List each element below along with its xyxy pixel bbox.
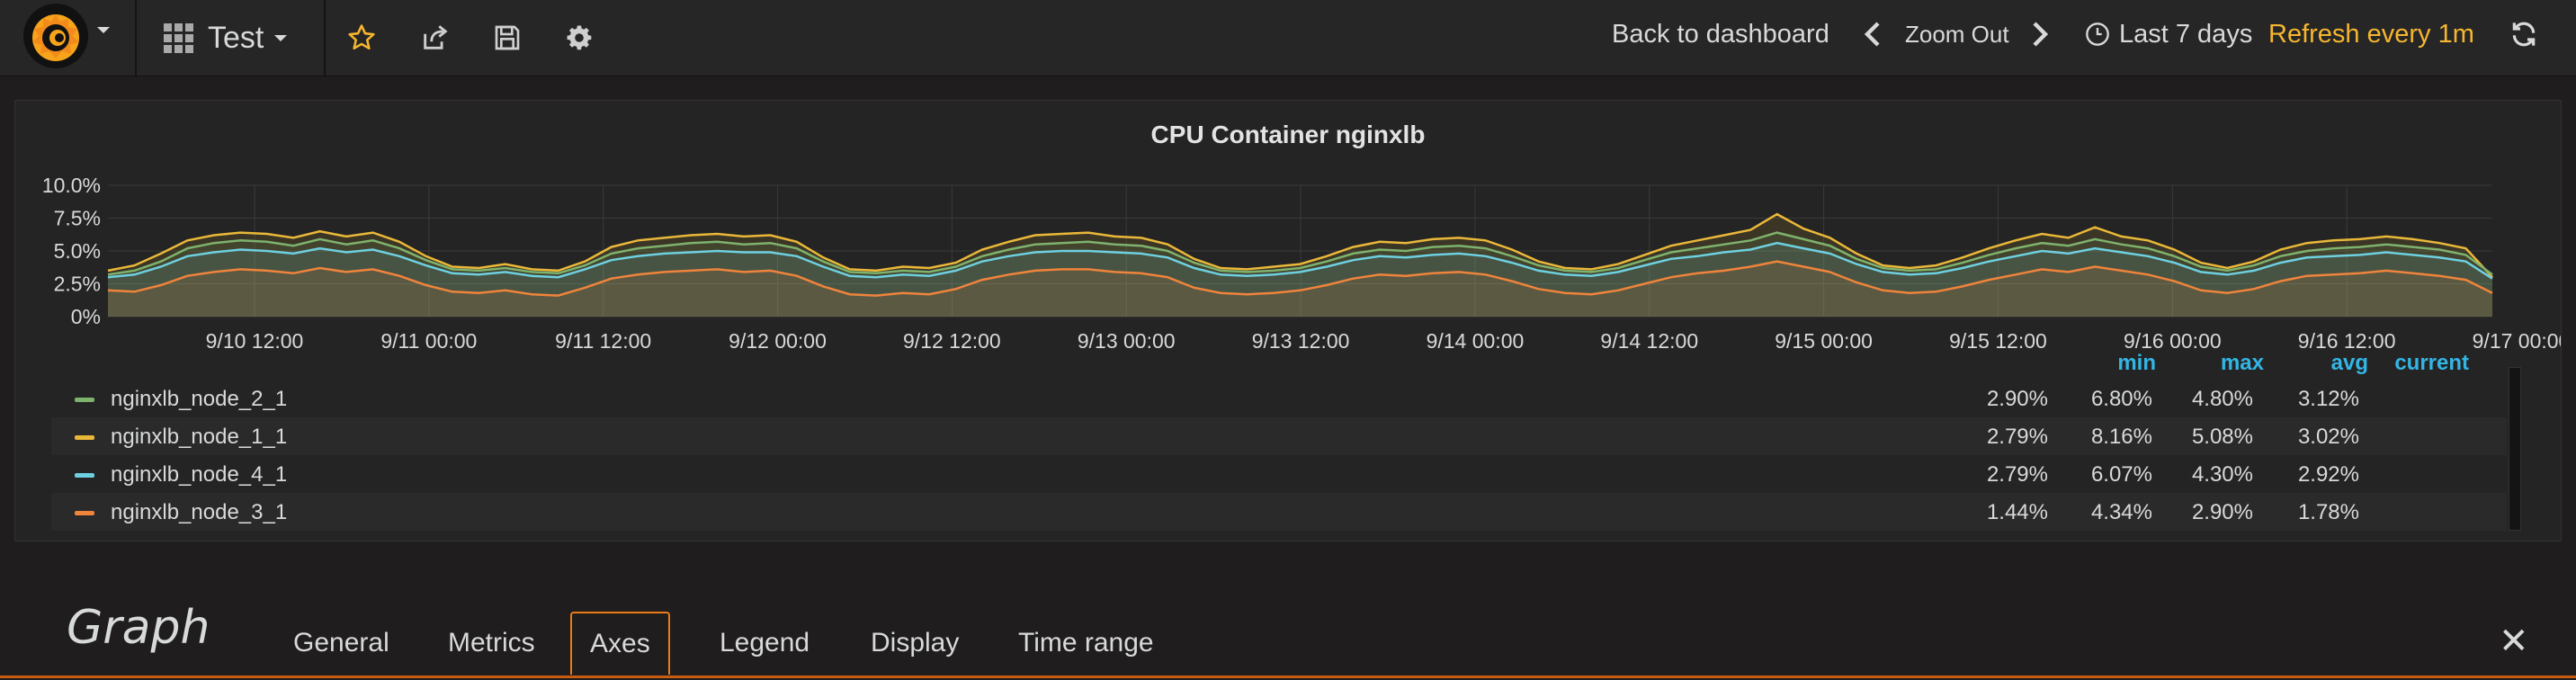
legend-series-row[interactable]: nginxlb_node_3_1 1.44% 4.34% 2.90% 1.78% <box>51 493 2507 531</box>
series-current: 3.12% <box>2297 387 2359 411</box>
tab-display[interactable]: Display <box>853 612 977 675</box>
tab-legend[interactable]: Legend <box>702 612 827 675</box>
series-current: 1.78% <box>2297 500 2359 524</box>
cpu-graph[interactable]: 10.0% 7.5% 5.0% 2.5% 0% 9/10 12:00 9/11 00:00 9… <box>15 101 2561 353</box>
star-button[interactable] <box>336 0 387 76</box>
tab-time-range[interactable]: Time range <box>1000 612 1172 675</box>
legend-scrollbar[interactable] <box>2509 367 2521 531</box>
series-name[interactable]: nginxlb_node_4_1 <box>111 462 287 488</box>
y-tick-label: 10.0% <box>42 174 101 197</box>
tab-metrics[interactable]: Metrics <box>430 612 553 675</box>
divider <box>135 0 137 76</box>
refresh-interval-label[interactable]: Refresh every 1m <box>2268 0 2474 68</box>
chevron-left-icon <box>1864 22 1880 47</box>
dashboard-picker[interactable]: Test <box>164 0 288 76</box>
gear-icon <box>567 25 592 50</box>
series-name[interactable]: nginxlb_node_3_1 <box>111 500 287 525</box>
zoom-forward-button[interactable] <box>2015 0 2065 68</box>
x-tick-label: 9/16 12:00 <box>2298 329 2396 353</box>
graph-panel: CPU Container nginxlb 10.0% 7.5% 5.0% 2.5% 0… <box>14 100 2562 541</box>
y-tick-label: 5.0% <box>54 239 101 263</box>
series-color-swatch[interactable] <box>75 398 94 402</box>
series-max: 6.80% <box>2090 387 2152 411</box>
refresh-icon <box>2512 22 2536 47</box>
refresh-button[interactable] <box>2499 0 2549 68</box>
editor-title: Graph <box>67 601 210 655</box>
x-tick-label: 9/13 00:00 <box>1078 329 1176 353</box>
x-tick-label: 9/11 12:00 <box>555 329 651 353</box>
series-color-swatch[interactable] <box>75 511 94 515</box>
time-picker-button[interactable]: Last 7 days <box>2085 0 2252 68</box>
top-navbar: Test Back to dashboard Zoom Out Last 7 d… <box>0 0 2576 76</box>
y-tick-label: 0% <box>71 305 101 328</box>
legend-header-min[interactable]: min <box>2048 351 2156 376</box>
dashboard-title: Test <box>208 20 264 55</box>
series-max: 6.07% <box>2090 462 2152 487</box>
chevron-down-icon <box>274 34 288 41</box>
settings-button[interactable] <box>554 0 604 76</box>
series-current: 2.92% <box>2297 462 2359 487</box>
close-icon[interactable]: ✕ <box>2499 621 2529 662</box>
legend-header-avg[interactable]: avg <box>2260 351 2368 376</box>
x-tick-label: 9/10 12:00 <box>206 329 304 353</box>
share-icon <box>424 25 448 49</box>
dashboard-grid-icon <box>164 22 193 53</box>
tab-axes[interactable]: Axes <box>570 612 670 675</box>
grafana-menu-button[interactable] <box>18 0 117 76</box>
zoom-out-button[interactable]: Zoom Out <box>1905 0 2009 68</box>
series-avg: 2.90% <box>2191 500 2253 524</box>
legend-header-current[interactable]: current <box>2361 351 2469 376</box>
x-tick-label: 9/16 00:00 <box>2124 329 2222 353</box>
series-min: 2.90% <box>1986 387 2048 411</box>
series-name[interactable]: nginxlb_node_1_1 <box>111 425 287 450</box>
series-name[interactable]: nginxlb_node_2_1 <box>111 387 287 412</box>
series-avg: 4.80% <box>2191 387 2253 411</box>
x-tick-label: 9/14 12:00 <box>1600 329 1698 353</box>
share-button[interactable] <box>410 0 461 76</box>
x-tick-label: 9/12 12:00 <box>903 329 1001 353</box>
series-min: 1.44% <box>1986 500 2048 524</box>
x-tick-label: 9/14 00:00 <box>1427 329 1525 353</box>
x-tick-label: 9/15 00:00 <box>1775 329 1873 353</box>
y-tick-label: 2.5% <box>54 273 101 296</box>
tab-general[interactable]: General <box>275 612 407 675</box>
series-avg: 5.08% <box>2191 425 2253 449</box>
clock-icon <box>2086 22 2109 46</box>
series-max: 8.16% <box>2090 425 2152 449</box>
legend-series-row[interactable]: nginxlb_node_4_1 2.79% 6.07% 4.30% 2.92% <box>51 455 2507 493</box>
x-tick-label: 9/12 00:00 <box>729 329 827 353</box>
series-max: 4.34% <box>2090 500 2152 524</box>
editor-tab-underline <box>0 676 2576 678</box>
divider <box>324 0 326 76</box>
legend-header-max[interactable]: max <box>2156 351 2264 376</box>
back-to-dashboard-link[interactable]: Back to dashboard <box>1612 0 1829 68</box>
series-min: 2.79% <box>1986 462 2048 487</box>
chevron-right-icon <box>2033 22 2049 47</box>
y-tick-label: 7.5% <box>54 207 101 230</box>
x-tick-label: 9/17 00:00 <box>2473 329 2561 353</box>
x-tick-label: 9/13 12:00 <box>1252 329 1350 353</box>
x-tick-label: 9/11 00:00 <box>380 329 477 353</box>
series-current: 3.02% <box>2297 425 2359 449</box>
legend-series-row[interactable]: nginxlb_node_2_1 2.90% 6.80% 4.80% 3.12% <box>51 380 2507 417</box>
zoom-back-button[interactable] <box>1847 0 1898 68</box>
save-icon <box>495 25 520 50</box>
grafana-logo-icon <box>23 4 88 68</box>
time-range-label: Last 7 days <box>2119 19 2253 49</box>
series-color-swatch[interactable] <box>75 473 94 478</box>
series-min: 2.79% <box>1986 425 2048 449</box>
x-tick-label: 9/15 12:00 <box>1949 329 2047 353</box>
star-icon <box>348 24 375 50</box>
legend-series-row[interactable]: nginxlb_node_1_1 2.79% 8.16% 5.08% 3.02% <box>51 417 2507 455</box>
series-avg: 4.30% <box>2191 462 2253 487</box>
series-color-swatch[interactable] <box>75 435 94 440</box>
chevron-down-icon <box>97 27 110 33</box>
save-button[interactable] <box>482 0 532 76</box>
